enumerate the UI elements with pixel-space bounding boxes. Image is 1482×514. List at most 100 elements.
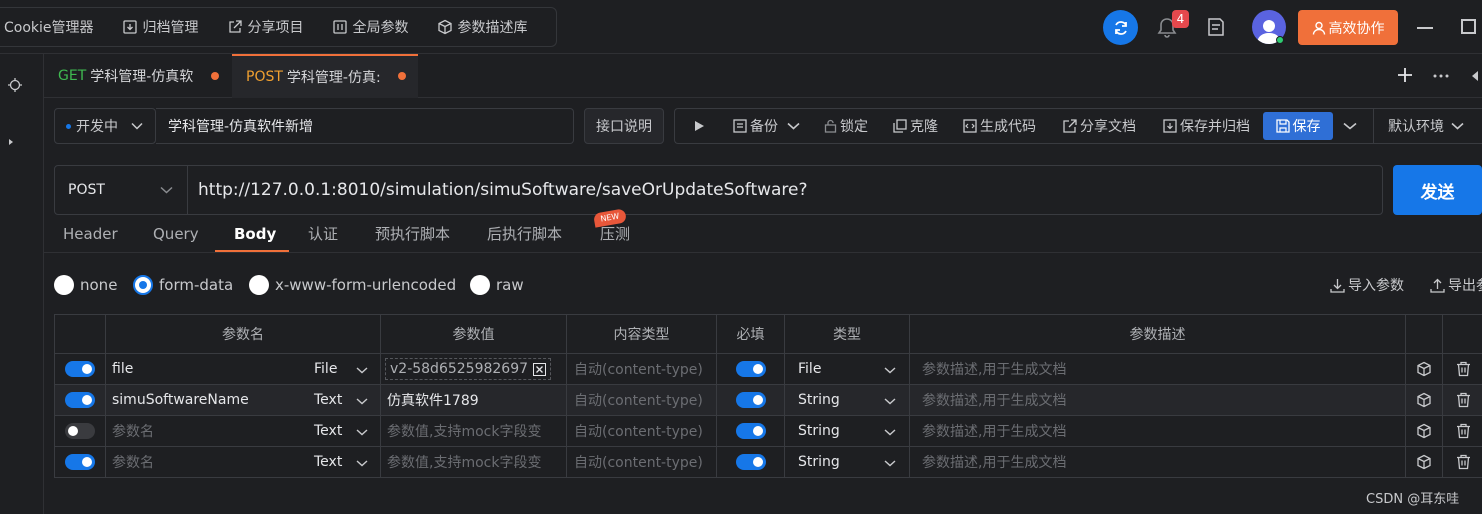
param-value-cell[interactable]: 参数值,支持mock字段变 bbox=[381, 416, 567, 446]
cube-icon[interactable] bbox=[1416, 392, 1432, 408]
sync-button[interactable] bbox=[1103, 10, 1138, 45]
param-type-dropdown[interactable] bbox=[356, 393, 368, 409]
param-type-dropdown[interactable] bbox=[356, 455, 368, 471]
radio-none[interactable]: none bbox=[54, 275, 117, 295]
method-select[interactable]: POST bbox=[54, 165, 188, 215]
request-tab-post[interactable]: POST 学科管理-仿真: bbox=[232, 54, 418, 98]
top-bar: Cookie管理器 归档管理 分享项目 全局参数 参数描述库 4 高效协作 bbox=[0, 0, 1482, 54]
cube-icon[interactable] bbox=[1416, 423, 1432, 439]
param-name-cell[interactable]: 参数名 Text bbox=[106, 447, 381, 477]
add-tab-icon[interactable] bbox=[1397, 67, 1413, 83]
content-type-cell[interactable]: 自动(content-type) bbox=[567, 447, 717, 477]
send-button[interactable]: 发送 bbox=[1393, 165, 1482, 215]
api-description-button[interactable]: 接口说明 bbox=[584, 108, 664, 144]
save-archive-button[interactable]: 保存并归档 bbox=[1163, 109, 1250, 143]
request-tab-get[interactable]: GET 学科管理-仿真软 bbox=[44, 54, 230, 98]
expand-caret-icon[interactable] bbox=[7, 138, 15, 146]
status-select[interactable]: 开发中 bbox=[54, 108, 156, 144]
tab-header[interactable]: Header bbox=[63, 215, 118, 252]
nav-param-desc-lib[interactable]: 参数描述库 bbox=[423, 7, 542, 47]
content-type: 自动(content-type) bbox=[574, 393, 703, 409]
param-type[interactable]: File bbox=[314, 361, 337, 377]
trash-icon[interactable] bbox=[1456, 454, 1471, 470]
param-desc-cell[interactable]: 参数描述,用于生成文档 bbox=[910, 385, 1406, 415]
param-desc-cell[interactable]: 参数描述,用于生成文档 bbox=[910, 354, 1406, 384]
required-toggle[interactable] bbox=[735, 454, 766, 470]
url-input[interactable]: http://127.0.0.1:8010/simulation/simuSof… bbox=[187, 165, 1383, 215]
cube-icon[interactable] bbox=[1416, 361, 1432, 377]
trash-icon[interactable] bbox=[1456, 361, 1471, 377]
share-doc-button[interactable]: 分享文档 bbox=[1063, 109, 1136, 143]
backup-button[interactable]: 备份 bbox=[733, 109, 803, 143]
param-name-cell[interactable]: simuSoftwareName Text bbox=[106, 385, 381, 415]
enable-toggle[interactable] bbox=[65, 361, 95, 377]
collaboration-button[interactable]: 高效协作 bbox=[1298, 10, 1398, 45]
content-type-cell[interactable]: 自动(content-type) bbox=[567, 385, 717, 415]
target-icon[interactable] bbox=[7, 77, 23, 93]
nav-global-params[interactable]: 全局参数 bbox=[318, 7, 423, 47]
radio-label: form-data bbox=[159, 276, 234, 294]
import-params-button[interactable]: 导入参数 bbox=[1330, 275, 1404, 295]
save-button[interactable]: 保存 bbox=[1263, 112, 1333, 140]
param-type-dropdown[interactable] bbox=[356, 424, 368, 440]
close-icon[interactable] bbox=[533, 362, 547, 376]
param-name: simuSoftwareName bbox=[112, 392, 249, 408]
maximize-window-button[interactable] bbox=[1461, 19, 1476, 34]
param-type[interactable]: Text bbox=[314, 423, 342, 439]
scroll-left-icon[interactable] bbox=[1470, 70, 1480, 82]
param-name-cell[interactable]: file File bbox=[106, 354, 381, 384]
param-value-cell[interactable]: v2-58d6525982697 bbox=[381, 354, 567, 384]
required-toggle[interactable] bbox=[735, 392, 766, 408]
data-type-cell[interactable]: String bbox=[785, 416, 910, 446]
param-type-dropdown[interactable] bbox=[356, 362, 368, 378]
tab-post-script[interactable]: 后执行脚本 bbox=[487, 215, 562, 252]
param-type[interactable]: Text bbox=[314, 454, 342, 470]
nav-archive[interactable]: 归档管理 bbox=[108, 7, 213, 47]
param-desc-cell[interactable]: 参数描述,用于生成文档 bbox=[910, 447, 1406, 477]
radio-raw[interactable]: raw bbox=[470, 275, 524, 295]
lock-button[interactable]: 锁定 bbox=[824, 109, 868, 143]
enable-toggle[interactable] bbox=[65, 454, 95, 470]
trash-icon[interactable] bbox=[1456, 423, 1471, 439]
tab-auth[interactable]: 认证 bbox=[308, 215, 338, 252]
data-type-dropdown[interactable] bbox=[884, 393, 896, 409]
tab-query[interactable]: Query bbox=[153, 215, 199, 252]
data-type-dropdown[interactable] bbox=[884, 362, 896, 378]
param-name-cell[interactable]: 参数名 Text bbox=[106, 416, 381, 446]
save-menu-button[interactable] bbox=[1343, 109, 1360, 143]
export-params-button[interactable]: 导出参 bbox=[1430, 275, 1482, 295]
data-type-dropdown[interactable] bbox=[884, 455, 896, 471]
required-cell bbox=[717, 354, 785, 384]
generate-code-button[interactable]: 生成代码 bbox=[963, 109, 1036, 143]
more-icon[interactable] bbox=[1433, 74, 1449, 78]
required-toggle[interactable] bbox=[735, 361, 766, 377]
environment-select[interactable]: 默认环境 bbox=[1373, 109, 1467, 143]
enable-toggle[interactable] bbox=[65, 423, 95, 439]
trash-icon[interactable] bbox=[1456, 392, 1471, 408]
radio-form-data[interactable]: form-data bbox=[133, 275, 233, 295]
nav-cookie-manager[interactable]: Cookie管理器 bbox=[0, 7, 108, 47]
request-name-input[interactable]: 学科管理-仿真软件新增 bbox=[156, 108, 574, 144]
data-type-dropdown[interactable] bbox=[884, 424, 896, 440]
param-type[interactable]: Text bbox=[314, 392, 342, 408]
param-value-cell[interactable]: 参数值,支持mock字段变 bbox=[381, 447, 567, 477]
minimize-window-button[interactable] bbox=[1417, 27, 1433, 29]
data-type-cell[interactable]: String bbox=[785, 385, 910, 415]
param-name: 参数名 bbox=[112, 424, 154, 440]
tab-body[interactable]: Body bbox=[234, 215, 276, 252]
param-value-cell[interactable]: 仿真软件1789 bbox=[381, 385, 567, 415]
content-type-cell[interactable]: 自动(content-type) bbox=[567, 416, 717, 446]
data-type-cell[interactable]: String bbox=[785, 447, 910, 477]
radio-urlencoded[interactable]: x-www-form-urlencoded bbox=[249, 275, 456, 295]
tab-pre-script[interactable]: 预执行脚本 bbox=[375, 215, 450, 252]
clone-button[interactable]: 克隆 bbox=[893, 109, 938, 143]
cube-icon[interactable] bbox=[1416, 454, 1432, 470]
content-type-cell[interactable]: 自动(content-type) bbox=[567, 354, 717, 384]
notes-icon[interactable] bbox=[1206, 17, 1226, 37]
enable-toggle[interactable] bbox=[65, 392, 95, 408]
data-type-cell[interactable]: File bbox=[785, 354, 910, 384]
nav-share-project[interactable]: 分享项目 bbox=[213, 7, 318, 47]
required-toggle[interactable] bbox=[735, 423, 766, 439]
run-button[interactable] bbox=[693, 109, 708, 143]
param-desc-cell[interactable]: 参数描述,用于生成文档 bbox=[910, 416, 1406, 446]
